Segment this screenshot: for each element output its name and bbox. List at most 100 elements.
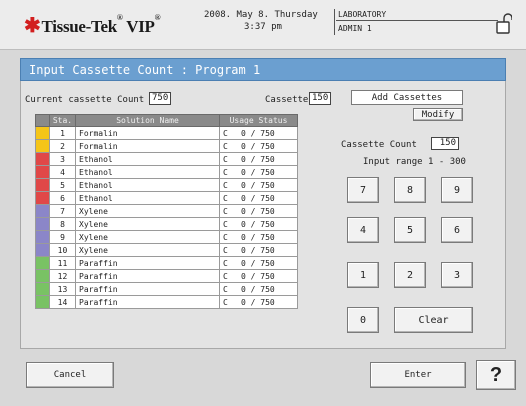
station-number: 10 — [49, 243, 76, 257]
station-number: 8 — [49, 217, 76, 231]
solution-name: Xylene — [75, 204, 220, 218]
solution-name: Formalin — [75, 139, 220, 153]
key-4-button[interactable]: 4 — [347, 217, 379, 243]
solution-color-swatch — [35, 295, 50, 309]
time-label: 3:37 pm — [244, 22, 282, 32]
product-name: VIP — [126, 17, 155, 36]
station-number: 2 — [49, 139, 76, 153]
key-7-button[interactable]: 7 — [347, 177, 379, 203]
usage-flag: C — [223, 154, 228, 164]
table-row[interactable]: 13 Paraffin C 0 / 750 — [35, 282, 298, 296]
sta-header: Sta. — [49, 114, 76, 127]
key-5-button[interactable]: 5 — [394, 217, 426, 243]
solution-name: Xylene — [75, 217, 220, 231]
station-number: 13 — [49, 282, 76, 296]
help-button[interactable]: ? — [476, 360, 516, 390]
station-number: 12 — [49, 269, 76, 283]
table-row[interactable]: 10 Xylene C 0 / 750 — [35, 243, 298, 257]
table-row[interactable]: 8 Xylene C 0 / 750 — [35, 217, 298, 231]
station-number: 9 — [49, 230, 76, 244]
usage-status: C 0 / 750 — [219, 217, 298, 231]
cancel-button[interactable]: Cancel — [26, 362, 114, 388]
table-row[interactable]: 4 Ethanol C 0 / 750 — [35, 165, 298, 179]
station-number: 7 — [49, 204, 76, 218]
enter-button[interactable]: Enter — [370, 362, 466, 388]
header-bar: ✱Tissue-Tek® VIP® 2008. May 8. Thursday … — [0, 0, 526, 50]
usage-status: C 0 / 750 — [219, 126, 298, 140]
usage-flag: C — [223, 219, 228, 229]
key-2-button[interactable]: 2 — [394, 262, 426, 288]
solution-color-swatch — [35, 139, 50, 153]
solution-color-swatch — [35, 269, 50, 283]
location-label: LABORATORY — [338, 10, 387, 19]
usage-flag: C — [223, 232, 228, 242]
usage-status: C 0 / 750 — [219, 178, 298, 192]
table-row[interactable]: 2 Formalin C 0 / 750 — [35, 139, 298, 153]
usage-value: 0 / 750 — [241, 154, 275, 164]
usage-flag: C — [223, 167, 228, 177]
solution-table: Sta. Solution Name Usage Status 1 Formali… — [35, 114, 298, 309]
solution-name: Xylene — [75, 230, 220, 244]
usage-value: 0 / 750 — [241, 297, 275, 307]
key-8-button[interactable]: 8 — [394, 177, 426, 203]
padlock-open-icon[interactable] — [496, 13, 513, 35]
clear-button[interactable]: Clear — [394, 307, 473, 333]
page-title: Input Cassette Count : Program 1 — [20, 58, 506, 81]
table-row[interactable]: 12 Paraffin C 0 / 750 — [35, 269, 298, 283]
usage-value: 0 / 750 — [241, 258, 275, 268]
solution-name: Ethanol — [75, 191, 220, 205]
station-number: 5 — [49, 178, 76, 192]
usage-flag: C — [223, 271, 228, 281]
usage-status: C 0 / 750 — [219, 191, 298, 205]
cassettes-label: Cassettes — [265, 95, 314, 105]
input-range-label: Input range 1 - 300 — [363, 157, 466, 167]
solution-color-swatch — [35, 191, 50, 205]
usage-value: 0 / 750 — [241, 284, 275, 294]
table-row[interactable]: 9 Xylene C 0 / 750 — [35, 230, 298, 244]
usage-status: C 0 / 750 — [219, 165, 298, 179]
usage-value: 0 / 750 — [241, 128, 275, 138]
solution-name: Ethanol — [75, 152, 220, 166]
usage-flag: C — [223, 141, 228, 151]
station-number: 11 — [49, 256, 76, 270]
date-label: 2008. May 8. Thursday — [204, 10, 318, 20]
table-row[interactable]: 5 Ethanol C 0 / 750 — [35, 178, 298, 192]
usage-flag: C — [223, 297, 228, 307]
usage-status: C 0 / 750 — [219, 282, 298, 296]
solution-name-header: Solution Name — [75, 114, 220, 127]
cassettes-value: 150 — [309, 92, 331, 105]
footer-bar: Cancel Enter ? — [0, 352, 526, 406]
location-box: LABORATORY ADMIN 1 — [334, 7, 504, 39]
table-row[interactable]: 6 Ethanol C 0 / 750 — [35, 191, 298, 205]
solution-name: Formalin — [75, 126, 220, 140]
usage-flag: C — [223, 206, 228, 216]
solution-color-swatch — [35, 152, 50, 166]
usage-value: 0 / 750 — [241, 141, 275, 151]
usage-status: C 0 / 750 — [219, 230, 298, 244]
key-1-button[interactable]: 1 — [347, 262, 379, 288]
key-0-button[interactable]: 0 — [347, 307, 379, 333]
usage-status: C 0 / 750 — [219, 139, 298, 153]
cassette-count-label: Cassette Count — [341, 140, 417, 150]
add-cassettes-button[interactable]: Add Cassettes — [351, 90, 463, 105]
solution-color-swatch — [35, 178, 50, 192]
solution-color-swatch — [35, 165, 50, 179]
key-9-button[interactable]: 9 — [441, 177, 473, 203]
usage-flag: C — [223, 193, 228, 203]
table-row[interactable]: 3 Ethanol C 0 / 750 — [35, 152, 298, 166]
modify-button[interactable]: Modify — [413, 108, 463, 121]
main-panel: Current cassette Count 750 Cassettes 150… — [20, 81, 506, 349]
cassette-count-field[interactable]: 150 — [431, 137, 459, 150]
table-row[interactable]: 14 Paraffin C 0 / 750 — [35, 295, 298, 309]
solution-name: Ethanol — [75, 165, 220, 179]
key-6-button[interactable]: 6 — [441, 217, 473, 243]
solution-name: Paraffin — [75, 295, 220, 309]
usage-status-header: Usage Status — [219, 114, 298, 127]
usage-status: C 0 / 750 — [219, 152, 298, 166]
table-row[interactable]: 11 Paraffin C 0 / 750 — [35, 256, 298, 270]
brand-logo: ✱Tissue-Tek® VIP® — [24, 13, 161, 37]
station-number: 14 — [49, 295, 76, 309]
table-row[interactable]: 7 Xylene C 0 / 750 — [35, 204, 298, 218]
key-3-button[interactable]: 3 — [441, 262, 473, 288]
table-row[interactable]: 1 Formalin C 0 / 750 — [35, 126, 298, 140]
